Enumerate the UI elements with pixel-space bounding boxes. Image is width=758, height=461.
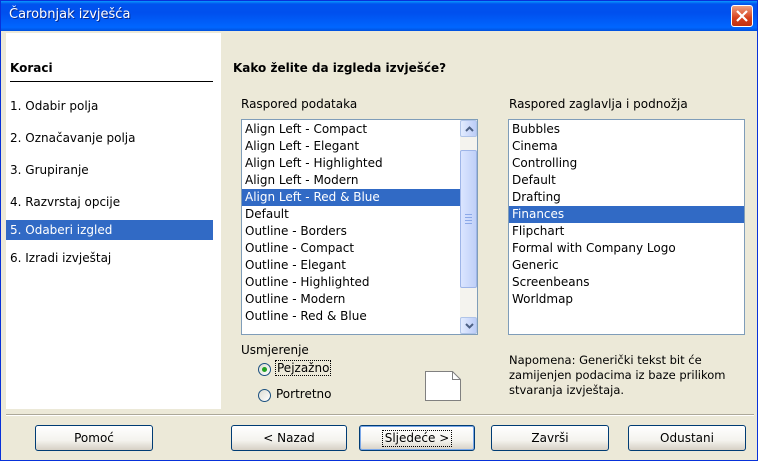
list-item[interactable]: Outline - Elegant xyxy=(242,257,477,274)
step-choose-layout[interactable]: 5. Odaberi izgled xyxy=(6,220,213,240)
landscape-label-text: Pejzažno xyxy=(275,360,332,376)
chevron-up-icon xyxy=(465,126,474,132)
list-item[interactable]: Worldmap xyxy=(509,291,744,308)
data-layout-listbox[interactable]: Align Left - Compact Align Left - Elegant… xyxy=(241,119,478,335)
list-item[interactable]: Default xyxy=(509,172,744,189)
cancel-button-label: Odustani xyxy=(660,431,714,445)
list-item[interactable]: Cinema xyxy=(509,138,744,155)
help-button-label: Pomoć xyxy=(74,431,114,445)
scroll-up-button[interactable] xyxy=(460,120,477,137)
list-item[interactable]: Controlling xyxy=(509,155,744,172)
portrait-radio[interactable] xyxy=(258,389,271,402)
list-item[interactable]: Outline - Red & Blue xyxy=(242,308,477,325)
button-separator xyxy=(6,414,754,416)
step-sort-options[interactable]: 4. Razvrstaj opcije xyxy=(6,192,213,212)
list-item[interactable]: Default xyxy=(242,206,477,223)
step-create-report[interactable]: 6. Izradi izvještaj xyxy=(6,248,213,268)
step-label-fields[interactable]: 2. Označavanje polja xyxy=(6,128,213,148)
landscape-radio-label[interactable]: Pejzažno xyxy=(275,360,332,376)
step-select-fields[interactable]: 1. Odabir polja xyxy=(6,96,213,116)
list-item[interactable]: Align Left - Modern xyxy=(242,172,477,189)
list-item[interactable]: Outline - Borders xyxy=(242,223,477,240)
scroll-thumb[interactable] xyxy=(460,150,477,288)
list-item[interactable]: Align Left - Red & Blue xyxy=(242,189,477,206)
data-layout-scrollbar[interactable] xyxy=(460,120,477,334)
orientation-label: Usmjerenje xyxy=(241,343,309,357)
list-item[interactable]: Align Left - Compact xyxy=(242,121,477,138)
data-layout-list: Align Left - Compact Align Left - Elegant… xyxy=(242,120,477,325)
list-item[interactable]: Screenbeans xyxy=(509,274,744,291)
list-item[interactable]: Flipchart xyxy=(509,223,744,240)
finish-button[interactable]: Završi xyxy=(491,425,609,451)
header-footer-layout-listbox[interactable]: Bubbles Cinema Controlling Default Drafting F… xyxy=(508,119,745,335)
list-item[interactable]: Formal with Company Logo xyxy=(509,240,744,257)
list-item[interactable]: Align Left - Elegant xyxy=(242,138,477,155)
back-button[interactable]: < Nazad xyxy=(231,425,347,451)
portrait-radio-label[interactable]: Portretno xyxy=(276,387,332,401)
cancel-button[interactable]: Odustani xyxy=(628,425,746,451)
steps-header: Koraci xyxy=(10,61,53,75)
page-title: Kako želite da izgleda izvješće? xyxy=(233,61,447,75)
list-item[interactable]: Finances xyxy=(509,206,744,223)
list-item[interactable]: Outline - Highlighted xyxy=(242,274,477,291)
steps-divider xyxy=(10,81,213,82)
step-grouping[interactable]: 3. Grupiranje xyxy=(6,160,213,180)
close-button[interactable] xyxy=(731,5,753,27)
back-button-label: < Nazad xyxy=(263,431,315,445)
scroll-down-button[interactable] xyxy=(460,317,477,334)
landscape-page-icon xyxy=(425,371,461,401)
close-icon xyxy=(736,10,748,22)
chevron-down-icon xyxy=(465,323,474,329)
header-footer-layout-list: Bubbles Cinema Controlling Default Drafting F… xyxy=(509,120,744,308)
list-item[interactable]: Drafting xyxy=(509,189,744,206)
list-item[interactable]: Outline - Modern xyxy=(242,291,477,308)
report-wizard-window: Čarobnjak izvješća Koraci 1. Odabir polj… xyxy=(0,0,758,461)
title-bar[interactable]: Čarobnjak izvješća xyxy=(1,1,757,31)
list-item[interactable]: Generic xyxy=(509,257,744,274)
landscape-radio[interactable] xyxy=(258,363,271,376)
help-button[interactable]: Pomoć xyxy=(35,425,153,451)
note-text: Napomena: Generički tekst bit će zamijen… xyxy=(509,353,726,397)
finish-button-label: Završi xyxy=(531,431,569,445)
list-item[interactable]: Align Left - Highlighted xyxy=(242,155,477,172)
data-layout-label: Raspored podataka xyxy=(241,97,358,111)
next-button-label: Sljedeće > xyxy=(381,430,453,447)
next-button[interactable]: Sljedeće > xyxy=(359,425,475,451)
header-footer-layout-label: Raspored zaglavlja i podnožja xyxy=(509,97,688,111)
window-title: Čarobnjak izvješća xyxy=(9,7,131,22)
list-item[interactable]: Outline - Compact xyxy=(242,240,477,257)
list-item[interactable]: Bubbles xyxy=(509,121,744,138)
steps-panel: Koraci 1. Odabir polja 2. Označavanje po… xyxy=(6,33,221,409)
